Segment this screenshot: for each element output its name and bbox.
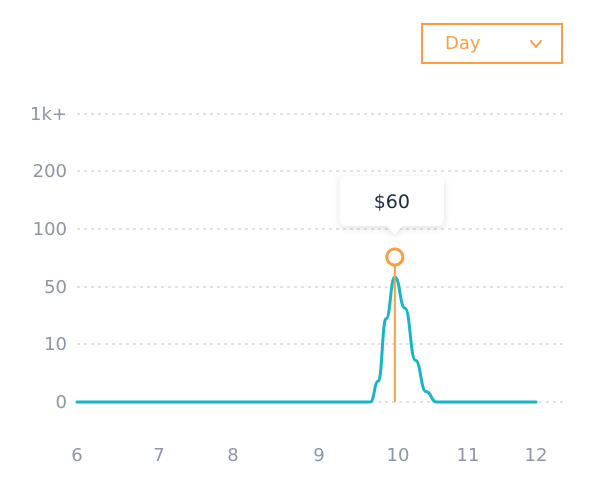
tooltip-arrow: [386, 226, 403, 234]
y-tick-label: 0: [56, 392, 67, 413]
x-tick-label: 10: [387, 445, 410, 466]
y-tick-label: 10: [44, 334, 67, 355]
x-tick-label: 11: [457, 445, 480, 466]
series-line: [75, 275, 538, 404]
x-tick-label: 7: [153, 445, 164, 466]
x-tick-label: 6: [71, 445, 82, 466]
x-tick-label: 9: [313, 445, 324, 466]
line-chart: 0 10 50 100 200 1k+ 6 7 8 9 10 11 12 $60: [30, 104, 563, 466]
y-tick-label: 50: [44, 277, 67, 298]
y-tick-label: 200: [33, 161, 67, 182]
y-tick-label: 1k+: [30, 104, 67, 125]
tooltip-value: $60: [374, 191, 410, 213]
y-tick-label: 100: [33, 219, 67, 240]
highlight-point: [385, 247, 405, 267]
x-tick-label: 8: [227, 445, 238, 466]
x-tick-label: 12: [525, 445, 548, 466]
